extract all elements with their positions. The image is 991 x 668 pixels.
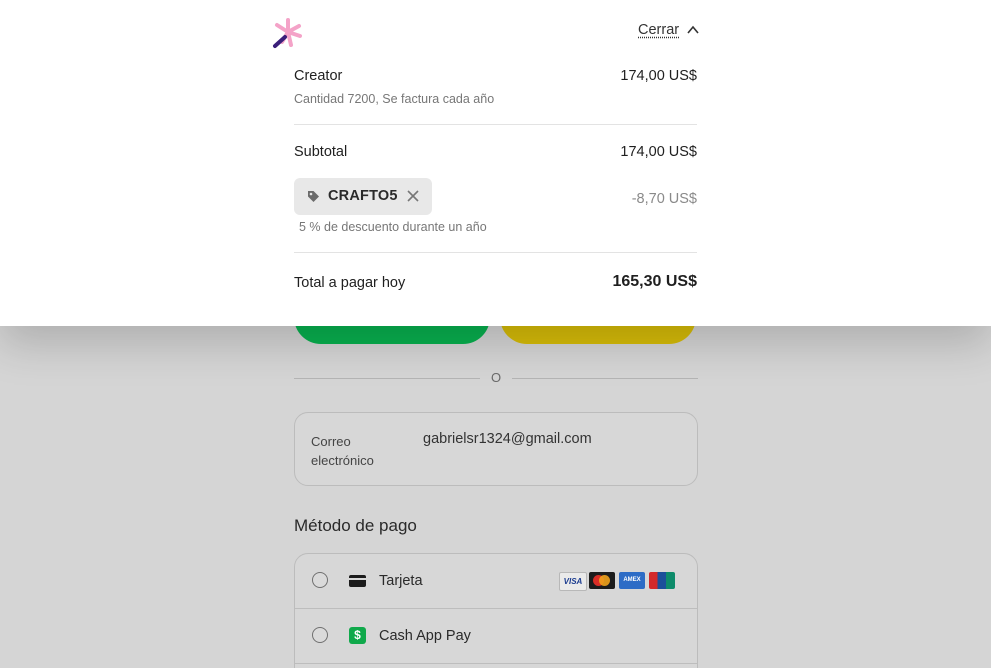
card-icon: [349, 575, 366, 587]
item-name: Creator: [294, 68, 343, 84]
item-price: 174,00 US$: [620, 68, 697, 84]
mastercard-logo: [589, 572, 615, 589]
amex-logo: AMEX: [619, 572, 645, 589]
card-label: Tarjeta: [379, 573, 423, 589]
total-value: 165,30 US$: [612, 273, 697, 290]
tag-icon: [308, 191, 319, 202]
cash-app-radio[interactable]: [312, 627, 328, 643]
brand-logo-icon: [273, 18, 302, 48]
promo-code-chip: CRAFTO5: [294, 178, 432, 215]
subtotal-value: 174,00 US$: [620, 144, 697, 160]
or-text: O: [490, 370, 502, 385]
unionpay-logo: [649, 572, 675, 589]
discount-value: -8,70 US$: [631, 191, 697, 207]
total-label: Total a pagar hoy: [294, 275, 406, 291]
email-label: Correo electrónico: [311, 434, 374, 468]
payment-method-card[interactable]: Tarjeta VISA AMEX: [295, 554, 697, 609]
close-label: Cerrar: [638, 22, 680, 38]
payment-method-cash-app[interactable]: $ Cash App Pay: [295, 609, 697, 664]
close-summary-button[interactable]: Cerrar: [638, 22, 699, 44]
card-radio[interactable]: [312, 572, 328, 588]
email-value: gabrielsr1324@gmail.com: [423, 431, 592, 447]
visa-logo: VISA: [559, 572, 587, 591]
or-divider: O: [294, 368, 698, 388]
payment-method-title: Método de pago: [294, 516, 417, 535]
discount-description: 5 % de descuento durante un año: [299, 220, 487, 234]
promo-code: CRAFTO5: [328, 188, 398, 204]
checkout-page: O Correo electrónico gabrielsr1324@gmail…: [0, 0, 991, 668]
payment-method-list: Tarjeta VISA AMEX $ Cash App Pay: [294, 553, 698, 668]
item-detail: Cantidad 7200, Se factura cada año: [294, 92, 495, 106]
summary-divider-1: [294, 124, 697, 125]
divider-line-right: [512, 378, 698, 379]
summary-divider-2: [294, 252, 697, 253]
cash-app-icon: $: [349, 627, 366, 644]
email-field[interactable]: Correo electrónico gabrielsr1324@gmail.c…: [294, 412, 698, 486]
order-summary-panel: Cerrar Creator 174,00 US$ Cantidad 7200,…: [0, 0, 991, 326]
cash-app-label: Cash App Pay: [379, 628, 471, 644]
card-brands: VISA AMEX: [559, 572, 675, 591]
divider-line-left: [294, 378, 480, 379]
remove-promo-icon[interactable]: [406, 189, 420, 203]
subtotal-label: Subtotal: [294, 144, 348, 160]
chevron-up-icon: [687, 25, 699, 34]
